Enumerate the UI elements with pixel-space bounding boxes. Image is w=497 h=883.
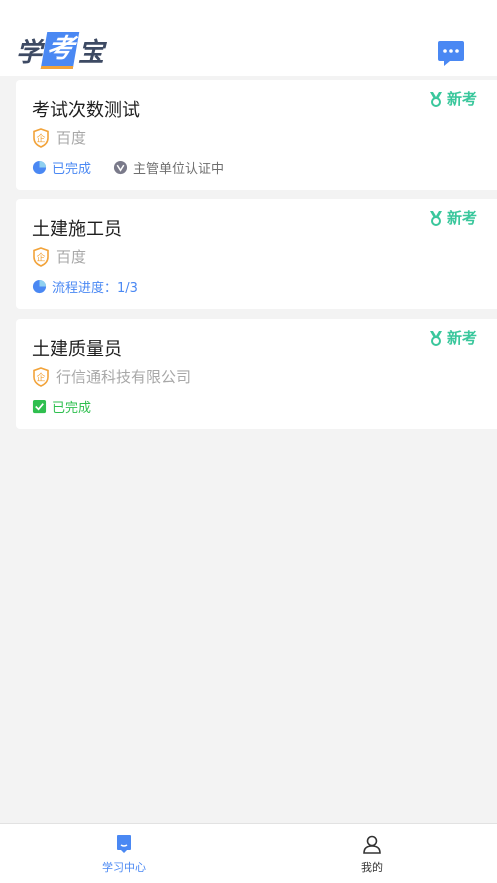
org-name: 百度 (56, 248, 87, 266)
book-icon (117, 834, 131, 853)
logo-char-1: 学 (16, 37, 43, 68)
verify-status: 主管单位认证中 (113, 158, 224, 177)
new-exam-badge: 新考 (429, 327, 477, 348)
bottom-tab-bar: 学习中心 我的 (0, 823, 497, 883)
exam-title: 土建施工员 (32, 219, 122, 240)
exam-card[interactable]: 土建质量员 新考 企 行信通科技有限公司 已完成 (16, 319, 497, 429)
logo-char-2: 考 (40, 31, 80, 69)
user-icon (363, 835, 381, 854)
status-row: 已完成 (32, 397, 113, 416)
org-row: 企 行信通科技有限公司 (32, 366, 191, 387)
status-row: 已完成 主管单位认证中 (32, 158, 246, 177)
new-exam-badge: 新考 (429, 207, 477, 228)
badge-label: 新考 (446, 90, 477, 108)
svg-text:企: 企 (36, 251, 45, 263)
exam-title: 土建质量员 (32, 339, 122, 360)
medal-icon (429, 91, 442, 107)
exam-title: 考试次数测试 (32, 100, 140, 121)
enterprise-shield-icon: 企 (33, 366, 49, 387)
progress-status: 流程进度：1/3 (32, 277, 138, 296)
logo-char-3: 宝 (78, 37, 105, 68)
verify-text: 主管单位认证中 (133, 162, 225, 177)
app-logo: 学 考 宝 (16, 30, 104, 70)
exam-card[interactable]: 土建施工员 新考 企 百度 流程进度：1/3 (16, 199, 497, 309)
org-row: 企 百度 (32, 246, 86, 267)
org-name: 行信通科技有限公司 (56, 368, 192, 386)
badge-label: 新考 (446, 329, 477, 347)
progress-text: 流程进度：1/3 (52, 281, 138, 296)
new-exam-badge: 新考 (429, 88, 477, 109)
org-name: 百度 (56, 129, 87, 147)
badge-label: 新考 (446, 209, 477, 227)
tab-mine[interactable]: 我的 (248, 824, 496, 883)
app-header: 学 考 宝 (0, 0, 497, 76)
done-status: 已完成 (32, 397, 91, 416)
pie-chart-icon (32, 160, 47, 175)
enterprise-shield-icon: 企 (33, 127, 49, 148)
tab-label: 学习中心 (102, 860, 146, 874)
medal-icon (429, 210, 442, 226)
tab-label: 我的 (361, 860, 383, 874)
checkbox-checked-icon (32, 399, 47, 414)
svg-text:企: 企 (36, 371, 45, 383)
chat-bubble-icon (438, 41, 464, 66)
pie-chart-icon (32, 279, 47, 294)
org-row: 企 百度 (32, 127, 86, 148)
svg-text:企: 企 (36, 132, 45, 144)
progress-text: 已完成 (52, 162, 92, 177)
progress-status: 已完成 (32, 158, 91, 177)
status-row: 流程进度：1/3 (32, 277, 160, 296)
exam-card[interactable]: 考试次数测试 新考 企 百度 已完成 主管单位认证中 (16, 80, 497, 190)
done-text: 已完成 (52, 401, 92, 416)
enterprise-shield-icon: 企 (33, 246, 49, 267)
medal-icon (429, 330, 442, 346)
message-button[interactable] (436, 39, 466, 67)
verified-icon (113, 160, 128, 175)
tab-study-center[interactable]: 学习中心 (0, 824, 248, 883)
